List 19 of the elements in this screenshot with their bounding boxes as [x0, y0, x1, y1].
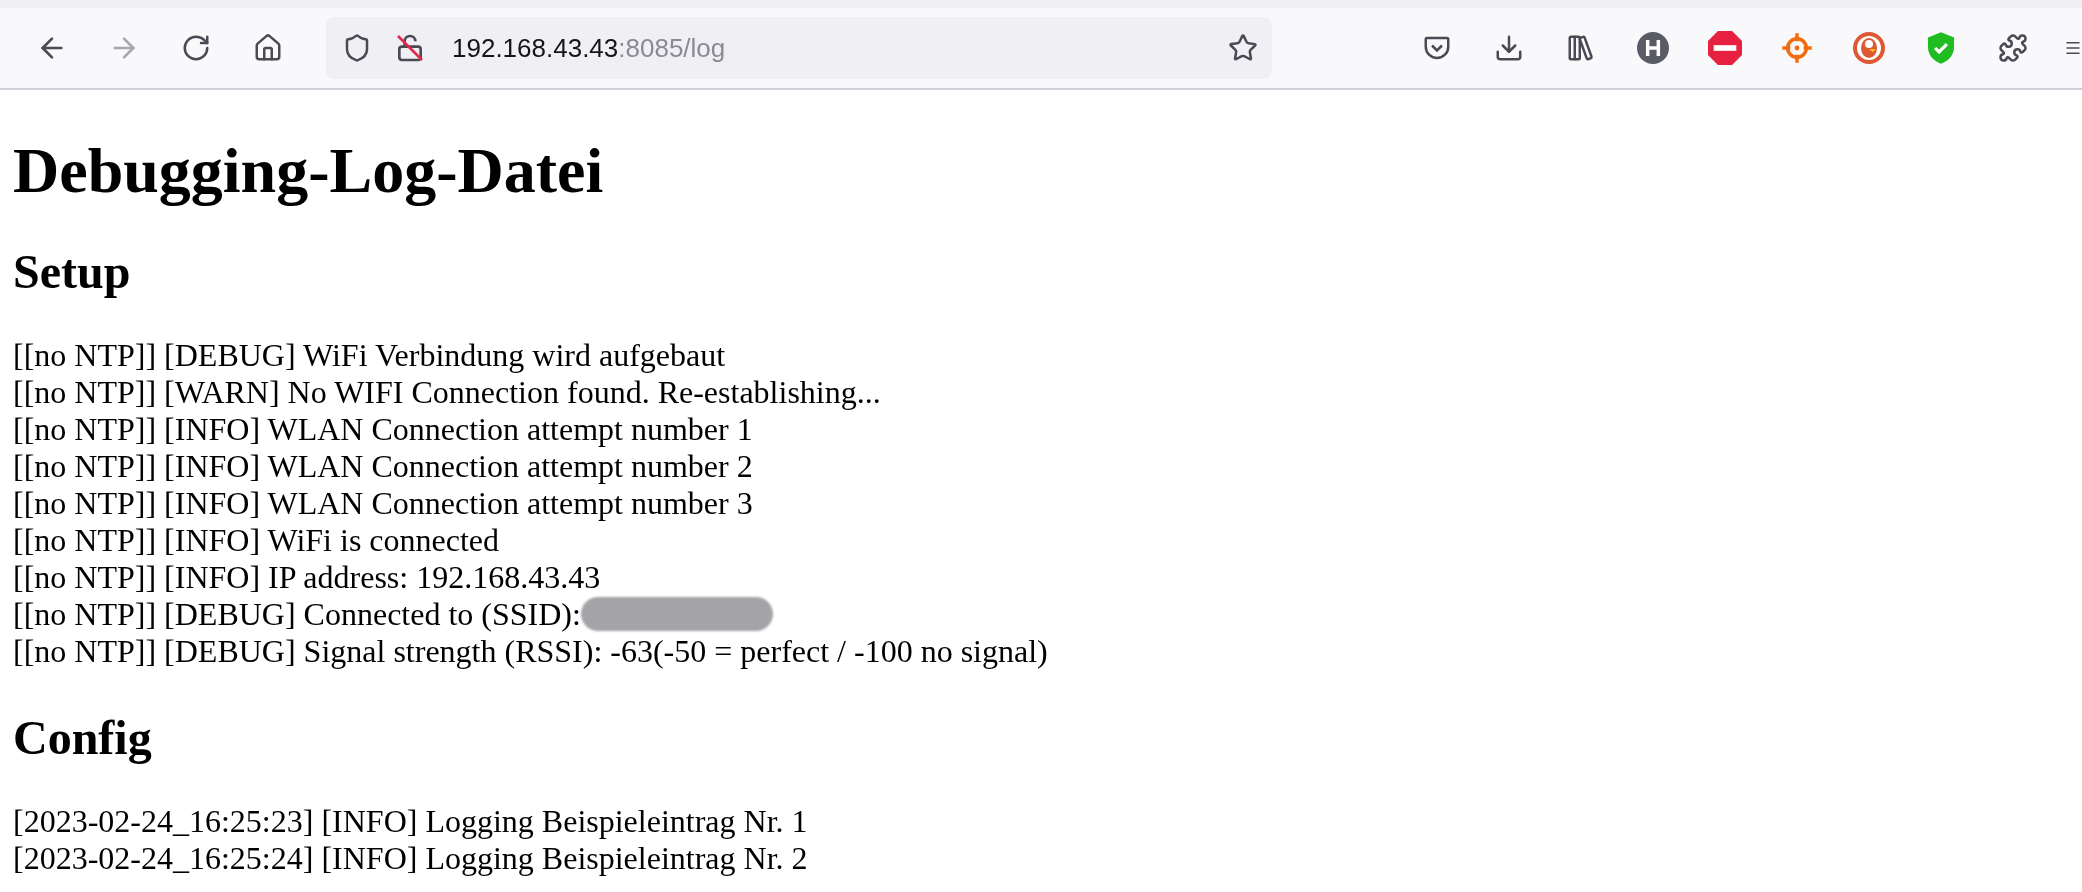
log-line: [[no NTP]] [WARN] No WIFI Connection found. Re-establishing... [13, 373, 881, 411]
url-text: 192.168.43.43:8085/log [452, 32, 727, 64]
reload-icon[interactable] [181, 33, 211, 63]
log-line: [[no NTP]] [INFO] WiFi is connected [13, 521, 500, 559]
page-title: Debugging-Log-Datei [13, 134, 605, 208]
log-line: [2023-02-24_16:25:23] [INFO] Logging Beispieleintrag Nr. 1 [13, 802, 808, 840]
log-line: [[no NTP]] [INFO] WLAN Connection attempt number 2 [13, 447, 753, 485]
log-line: [[no NTP]] [DEBUG] WiFi Verbindung wird aufgebaut [13, 336, 726, 374]
log-line: [[no NTP]] [DEBUG] Signal strength (RSSI): -63(-50 = perfect / -100 no signal) [13, 632, 1048, 670]
home-icon[interactable] [253, 33, 283, 63]
log-line: [[no NTP]] [DEBUG] Connected to (SSID): [13, 595, 581, 633]
bookmark-star-icon[interactable] [1228, 33, 1258, 63]
section-heading: Setup [13, 243, 132, 299]
section-heading: Config [13, 709, 153, 765]
log-line: [[no NTP]] [INFO] IP address: 192.168.43.43 [13, 558, 601, 596]
log-line: [[no NTP]] [INFO] WLAN Connection attempt number 1 [13, 410, 753, 448]
log-line: [[no NTP]] [INFO] WLAN Connection attempt number 3 [13, 484, 753, 522]
address-bar[interactable]: 192.168.43.43:8085/log [326, 17, 1272, 79]
log-line: [2023-02-24_16:25:24] [INFO] Logging Beispieleintrag Nr. 2 [13, 839, 808, 877]
